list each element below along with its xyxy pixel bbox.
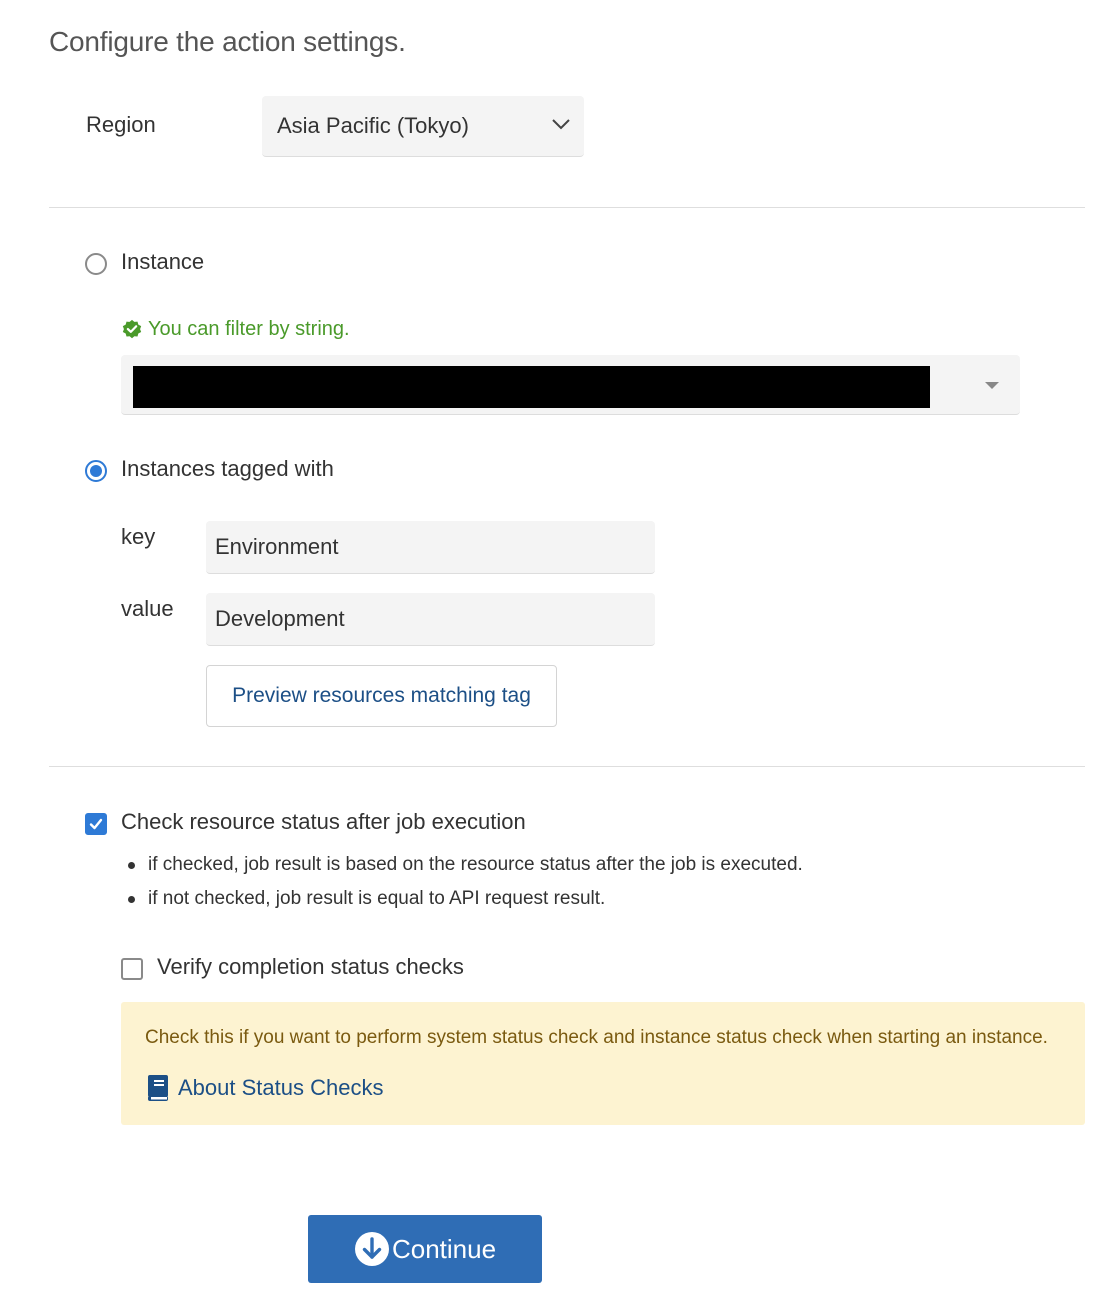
caret-down-icon — [985, 382, 999, 389]
value-label: value — [121, 596, 174, 621]
value-input[interactable] — [206, 593, 655, 646]
status-check-note-text: Check this if you want to perform system… — [145, 1027, 1048, 1048]
instance-radio-label: Instance — [121, 249, 205, 274]
about-status-checks-link[interactable]: About Status Checks — [145, 1074, 383, 1102]
tagged-radio-label: Instances tagged with — [121, 456, 334, 481]
book-icon — [148, 1075, 168, 1101]
verify-label: Verify completion status checks — [157, 954, 464, 979]
continue-button-label: Continue — [391, 1233, 497, 1264]
check-badge-icon — [122, 319, 142, 338]
divider — [49, 766, 1085, 767]
tagged-radio[interactable] — [85, 460, 107, 482]
filter-hint: You can filter by string. — [121, 318, 350, 341]
region-select-value: Asia Pacific (Tokyo) — [277, 113, 469, 138]
checkmark-icon — [89, 818, 103, 830]
instance-radio[interactable] — [85, 253, 107, 275]
divider — [49, 207, 1085, 208]
list-item: if checked, job result is based on the r… — [128, 852, 803, 886]
status-check-notes: if checked, job result is based on the r… — [128, 852, 803, 920]
redacted-value — [133, 366, 930, 408]
arrow-down-circle-icon — [354, 1232, 389, 1266]
about-status-checks-text: About Status Checks — [178, 1075, 384, 1100]
instance-select[interactable] — [121, 355, 1020, 415]
region-select[interactable]: Asia Pacific (Tokyo) — [262, 96, 584, 157]
list-item: if not checked, job result is equal to A… — [128, 886, 803, 920]
status-check-note: Check this if you want to perform system… — [121, 1002, 1085, 1125]
region-label: Region — [86, 112, 156, 137]
key-input[interactable] — [206, 521, 655, 574]
key-label: key — [121, 524, 156, 549]
continue-button[interactable]: Continue — [308, 1215, 542, 1283]
preview-resources-button[interactable]: Preview resources matching tag — [206, 665, 557, 727]
status-check-checkbox[interactable] — [85, 813, 107, 835]
status-check-label: Check resource status after job executio… — [121, 809, 526, 834]
page-title: Configure the action settings. — [49, 26, 406, 57]
filter-hint-text: You can filter by string. — [148, 318, 350, 340]
verify-checkbox[interactable] — [121, 958, 143, 980]
chevron-down-icon — [552, 119, 570, 130]
